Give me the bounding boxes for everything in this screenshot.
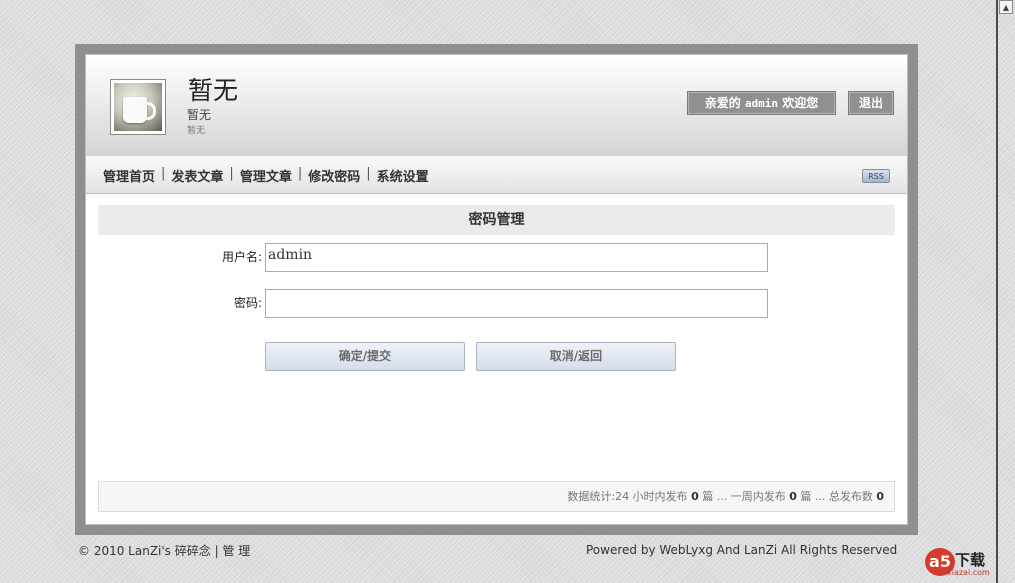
watermark-logo: a5 下载 xiazai.com: [925, 546, 1003, 580]
password-field[interactable]: [265, 289, 768, 318]
rss-icon[interactable]: RSS: [862, 169, 890, 183]
footer-powered-by: Powered by WebLyxg And LanZi All Rights …: [586, 543, 898, 557]
content-panel: 暂无 暂无 暂无 亲爱的 admin 欢迎您 退出 管理首页 | 发表文章 | …: [85, 54, 908, 525]
welcome-prefix: 亲爱的: [704, 96, 741, 110]
password-label: 密码:: [233, 296, 262, 310]
footer-admin-link[interactable]: 管 理: [222, 544, 250, 558]
logout-button[interactable]: 退出: [848, 91, 894, 115]
nav-separator: |: [297, 166, 303, 181]
footer-copyright: © 2010 LanZi's 碎碎念 | 管 理: [78, 544, 251, 558]
form-title: 密码管理: [98, 205, 895, 235]
nav-item-new-post[interactable]: 发表文章: [171, 166, 223, 185]
admin-nav: 管理首页 | 发表文章 | 管理文章 | 修改密码 | 系统设置 RSS: [86, 155, 907, 194]
scroll-up-arrow-icon[interactable]: ▲: [999, 0, 1013, 14]
coffee-mug-image: [114, 83, 162, 131]
blog-header: 暂无 暂无 暂无 亲爱的 admin 欢迎您 退出: [86, 55, 907, 155]
posts-week-count: 0: [789, 490, 797, 503]
welcome-suffix: 欢迎您: [782, 96, 819, 110]
nav-separator: |: [161, 166, 166, 181]
username-label: 用户名:: [221, 250, 262, 264]
welcome-badge: 亲爱的 admin 欢迎您: [687, 91, 836, 115]
posts-24h-count: 0: [691, 490, 699, 503]
nav-separator: |: [366, 166, 371, 181]
nav-item-admin-home[interactable]: 管理首页: [103, 166, 155, 185]
site-subtitle: 暂无: [187, 108, 212, 122]
nav-item-change-password[interactable]: 修改密码: [308, 166, 360, 185]
nav-item-manage-posts[interactable]: 管理文章: [240, 166, 292, 185]
site-description: 暂无: [187, 126, 206, 136]
page-frame: 暂无 暂无 暂无 亲爱的 admin 欢迎您 退出 管理首页 | 发表文章 | …: [75, 44, 918, 535]
submit-button[interactable]: 确定/提交: [265, 342, 465, 371]
nav-separator: |: [229, 166, 234, 181]
cancel-button[interactable]: 取消/返回: [476, 342, 676, 371]
posts-total-count: 0: [876, 490, 884, 503]
post-statistics: 数据统计:24 小时内发布 0 篇 ... 一周内发布 0 篇 ... 总发布数…: [98, 481, 895, 512]
nav-item-system-settings[interactable]: 系统设置: [377, 166, 429, 185]
watermark-text: 下载: [955, 551, 986, 569]
welcome-username: admin: [744, 97, 779, 110]
watermark-domain: xiazai.com: [947, 568, 990, 577]
avatar: [110, 79, 166, 135]
username-field[interactable]: admin: [265, 243, 768, 272]
site-title: 暂无: [188, 76, 239, 105]
footer-separator: |: [214, 544, 219, 558]
window-edge: [996, 0, 998, 583]
